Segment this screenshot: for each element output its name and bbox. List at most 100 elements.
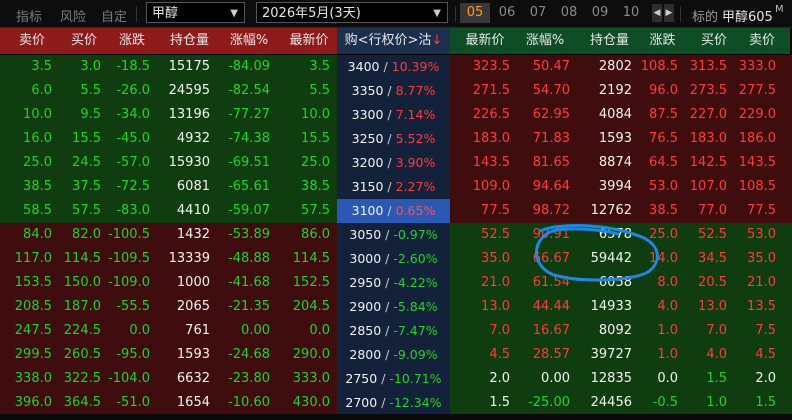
put-open-interest[interactable]: 14933 (572, 295, 632, 319)
header-call-change[interactable]: 涨跌 (112, 28, 152, 54)
strike-header[interactable]: 购<行权价>沽↓ (337, 28, 450, 54)
call-change-pct[interactable]: -48.88 (215, 247, 270, 271)
strike-cell[interactable]: 2800 / -9.09% (337, 343, 450, 367)
header-call-bid[interactable]: 买价 (64, 28, 104, 54)
call-last[interactable]: 3.5 (280, 55, 330, 79)
put-ask[interactable]: 108.5 (731, 175, 776, 199)
put-open-interest[interactable]: 12835 (572, 367, 632, 391)
call-ask[interactable]: 208.5 (7, 295, 52, 319)
option-row[interactable]: 299.5 260.5 -95.0 1593 -24.68 290.0 2800 / -9.… (0, 343, 792, 367)
put-change-pct[interactable]: 61.54 (515, 271, 570, 295)
put-bid[interactable]: 227.0 (682, 103, 727, 127)
header-put-last[interactable]: 最新价 (460, 28, 510, 54)
call-bid[interactable]: 224.5 (56, 319, 101, 343)
call-bid[interactable]: 364.5 (56, 391, 101, 415)
option-row[interactable]: 117.0 114.5 -109.5 13339 -48.88 114.5 3000 / -… (0, 247, 792, 271)
call-change-pct[interactable]: -53.89 (215, 223, 270, 247)
put-bid[interactable]: 13.0 (682, 295, 727, 319)
tab-risk[interactable]: 风险 (60, 6, 86, 25)
call-ask[interactable]: 25.0 (7, 151, 52, 175)
call-last[interactable]: 25.0 (280, 151, 330, 175)
put-last[interactable]: 35.0 (455, 247, 510, 271)
call-change[interactable]: -104.0 (100, 367, 150, 391)
put-open-interest[interactable]: 39727 (572, 343, 632, 367)
call-change[interactable]: -95.0 (100, 343, 150, 367)
put-bid[interactable]: 52.5 (682, 223, 727, 247)
strike-cell[interactable]: 2750 / -10.71% (337, 367, 450, 391)
call-change-pct[interactable]: -84.09 (215, 55, 270, 79)
option-row[interactable]: 38.5 37.5 -72.5 6081 -65.61 38.5 3150 / 2.27% 1… (0, 175, 792, 199)
call-change-pct[interactable]: -41.68 (215, 271, 270, 295)
call-change-pct[interactable]: -69.51 (215, 151, 270, 175)
scroll-left-icon[interactable]: ◀ (652, 4, 662, 22)
call-ask[interactable]: 117.0 (7, 247, 52, 271)
call-last[interactable]: 114.5 (280, 247, 330, 271)
put-change[interactable]: 53.0 (633, 175, 678, 199)
call-open-interest[interactable]: 4932 (155, 127, 210, 151)
call-last[interactable]: 0.0 (280, 319, 330, 343)
month-tab-08[interactable]: 08 (554, 3, 584, 23)
option-row[interactable]: 247.5 224.5 0.0 761 0.00 0.0 2850 / -7.47% 7.0 1… (0, 319, 792, 343)
put-open-interest[interactable]: 6578 (572, 223, 632, 247)
call-last[interactable]: 38.5 (280, 175, 330, 199)
call-change-pct[interactable]: -82.54 (215, 79, 270, 103)
put-change-pct[interactable]: 62.95 (515, 103, 570, 127)
call-change-pct[interactable]: -23.80 (215, 367, 270, 391)
call-ask[interactable]: 3.5 (7, 55, 52, 79)
call-change-pct[interactable]: -77.27 (215, 103, 270, 127)
put-last[interactable]: 7.0 (455, 319, 510, 343)
put-ask[interactable]: 2.0 (731, 367, 776, 391)
option-row[interactable]: 58.5 57.5 -83.0 4410 -59.07 57.5 3100 / 0.65% 7… (0, 199, 792, 223)
put-change-pct[interactable]: -25.00 (515, 391, 570, 415)
tab-indicators[interactable]: 指标 (16, 6, 42, 25)
call-ask[interactable]: 58.5 (7, 199, 52, 223)
call-bid[interactable]: 114.5 (56, 247, 101, 271)
call-ask[interactable]: 16.0 (7, 127, 52, 151)
put-ask[interactable]: 1.5 (731, 391, 776, 415)
call-change[interactable]: -34.0 (100, 103, 150, 127)
strike-cell[interactable]: 2950 / -4.22% (337, 271, 450, 295)
put-change-pct[interactable]: 81.65 (515, 151, 570, 175)
put-change[interactable]: 96.0 (633, 79, 678, 103)
put-bid[interactable]: 7.0 (682, 319, 727, 343)
header-call-ask[interactable]: 卖价 (12, 28, 52, 54)
put-change-pct[interactable]: 90.91 (515, 223, 570, 247)
strike-cell[interactable]: 3150 / 2.27% (337, 175, 450, 199)
call-bid[interactable]: 9.5 (56, 103, 101, 127)
call-change-pct[interactable]: -21.35 (215, 295, 270, 319)
put-change[interactable]: 1.0 (633, 319, 678, 343)
call-bid[interactable]: 37.5 (56, 175, 101, 199)
call-open-interest[interactable]: 1432 (155, 223, 210, 247)
put-change-pct[interactable]: 50.47 (515, 55, 570, 79)
strike-cell[interactable]: 2900 / -5.84% (337, 295, 450, 319)
header-call-last[interactable]: 最新价 (284, 28, 334, 54)
header-put-ask[interactable]: 卖价 (742, 28, 782, 54)
put-change-pct[interactable]: 44.44 (515, 295, 570, 319)
header-put-open-interest[interactable]: 持仓量 (582, 28, 637, 54)
header-call-change-pct[interactable]: 涨幅% (224, 28, 274, 54)
call-ask[interactable]: 299.5 (7, 343, 52, 367)
strike-cell[interactable]: 3350 / 8.77% (337, 79, 450, 103)
header-put-change-pct[interactable]: 涨幅% (520, 28, 570, 54)
put-open-interest[interactable]: 4084 (572, 103, 632, 127)
call-last[interactable]: 290.0 (280, 343, 330, 367)
underlying-select[interactable]: 甲醇 ▼ (146, 2, 245, 23)
put-change-pct[interactable]: 16.67 (515, 319, 570, 343)
call-last[interactable]: 5.5 (280, 79, 330, 103)
call-change[interactable]: -18.5 (100, 55, 150, 79)
put-ask[interactable]: 143.5 (731, 151, 776, 175)
option-row[interactable]: 153.5 150.0 -109.0 1000 -41.68 152.5 2950 / -4… (0, 271, 792, 295)
put-change[interactable]: 1.0 (633, 343, 678, 367)
scroll-right-icon[interactable]: ▶ (664, 4, 674, 22)
call-ask[interactable]: 153.5 (7, 271, 52, 295)
option-row[interactable]: 3.5 3.0 -18.5 15175 -84.09 3.5 3400 / 10.39% 32… (0, 55, 792, 79)
call-change-pct[interactable]: -65.61 (215, 175, 270, 199)
call-last[interactable]: 430.0 (280, 391, 330, 415)
put-bid[interactable]: 20.5 (682, 271, 727, 295)
put-change[interactable]: 25.0 (633, 223, 678, 247)
month-tab-09[interactable]: 09 (585, 3, 615, 23)
put-open-interest[interactable]: 2802 (572, 55, 632, 79)
call-change-pct[interactable]: -74.38 (215, 127, 270, 151)
call-change-pct[interactable]: -59.07 (215, 199, 270, 223)
call-change-pct[interactable]: 0.00 (215, 319, 270, 343)
